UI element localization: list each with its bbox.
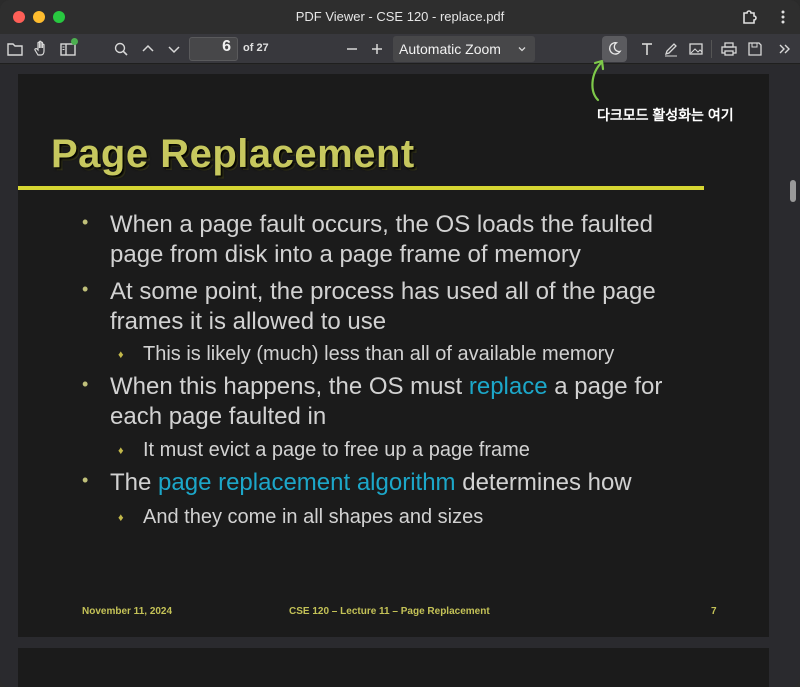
window-title: PDF Viewer - CSE 120 - replace.pdf: [295, 9, 505, 24]
sub-bullet-marker: ♦: [118, 349, 124, 361]
title-bar: PDF Viewer - CSE 120 - replace.pdf: [0, 0, 800, 34]
bullet-line: each page faulted in: [110, 403, 327, 430]
zoom-select[interactable]: Automatic Zoom: [393, 36, 535, 62]
kebab-menu-icon[interactable]: [776, 8, 790, 26]
vertical-scrollbar-thumb[interactable]: [790, 180, 796, 202]
bullet-line: When this happens, the OS must replace a…: [110, 373, 663, 400]
sub-bullet-item: This is likely (much) less than all of a…: [143, 343, 615, 365]
next-pdf-page: [18, 648, 769, 687]
chevron-down-icon: [518, 47, 526, 52]
bullet-line: The page replacement algorithm determine…: [110, 469, 632, 496]
zoom-in-icon[interactable]: [368, 40, 386, 58]
sidebar-folder-icon[interactable]: [6, 40, 24, 58]
pdf-toolbar: 6 of 27 Automatic Zoom: [0, 34, 800, 64]
extension-icon[interactable]: [740, 8, 758, 26]
zoom-out-icon[interactable]: [343, 40, 361, 58]
sub-bullet-marker: ♦: [118, 445, 124, 457]
bullet-line: When a page fault occurs, the OS loads t…: [110, 211, 653, 238]
pdf-viewer-window: PDF Viewer - CSE 120 - replace.pdf 6 of: [0, 0, 800, 687]
draw-tool-icon[interactable]: [662, 40, 680, 58]
annotation-arrow-icon: [591, 59, 605, 102]
bullet-item: When a page fault occurs, the OS loads t…: [110, 210, 710, 270]
text-tool-icon[interactable]: [638, 40, 656, 58]
footer-course: CSE 120 – Lecture 11 – Page Replacement: [289, 606, 490, 617]
more-tools-icon[interactable]: [776, 40, 794, 58]
annotation-label: 다크모드 활성화는 여기: [597, 107, 734, 123]
save-icon[interactable]: [746, 40, 764, 58]
bullet-item: At some point, the process has used all …: [110, 277, 710, 337]
bullet-item: When this happens, the OS must replace a…: [110, 372, 710, 432]
zoom-select-value: Automatic Zoom: [399, 41, 501, 57]
notification-dot: [71, 38, 78, 45]
hand-tool-icon[interactable]: [32, 40, 50, 58]
page-number-input[interactable]: 6: [189, 37, 238, 61]
document-viewer[interactable]: Page Replacement • When a page fault occ…: [0, 65, 800, 687]
title-underline: [18, 186, 704, 190]
highlight-term: replace: [468, 373, 548, 400]
search-icon[interactable]: [112, 40, 130, 58]
image-tool-icon[interactable]: [687, 40, 705, 58]
sub-bullet-item: And they come in all shapes and sizes: [143, 506, 484, 528]
next-page-icon[interactable]: [165, 40, 183, 58]
sub-bullet-marker: ♦: [118, 512, 124, 524]
toolbar-separator: [711, 40, 712, 58]
bullet-item: The page replacement algorithm determine…: [110, 468, 710, 498]
footer-page-number: 7: [711, 606, 717, 617]
footer-date: November 11, 2024: [82, 606, 173, 617]
previous-page-icon[interactable]: [139, 40, 157, 58]
highlight-term: page replacement algorithm: [158, 469, 456, 496]
print-icon[interactable]: [720, 40, 738, 58]
bullet-marker: •: [82, 374, 89, 394]
page-count-label: of 27: [243, 42, 269, 54]
bullet-marker: •: [82, 212, 89, 232]
slide-title: Page Replacement: [51, 132, 415, 176]
bullet-marker: •: [82, 470, 89, 490]
pdf-page: Page Replacement • When a page fault occ…: [18, 74, 769, 637]
bullet-line: At some point, the process has used all …: [110, 278, 656, 305]
sub-bullet-item: It must evict a page to free up a page f…: [143, 439, 530, 461]
bullet-marker: •: [82, 279, 89, 299]
bullet-line: page from disk into a page frame of memo…: [110, 241, 581, 268]
bullet-line: frames it is allowed to use: [110, 308, 387, 335]
